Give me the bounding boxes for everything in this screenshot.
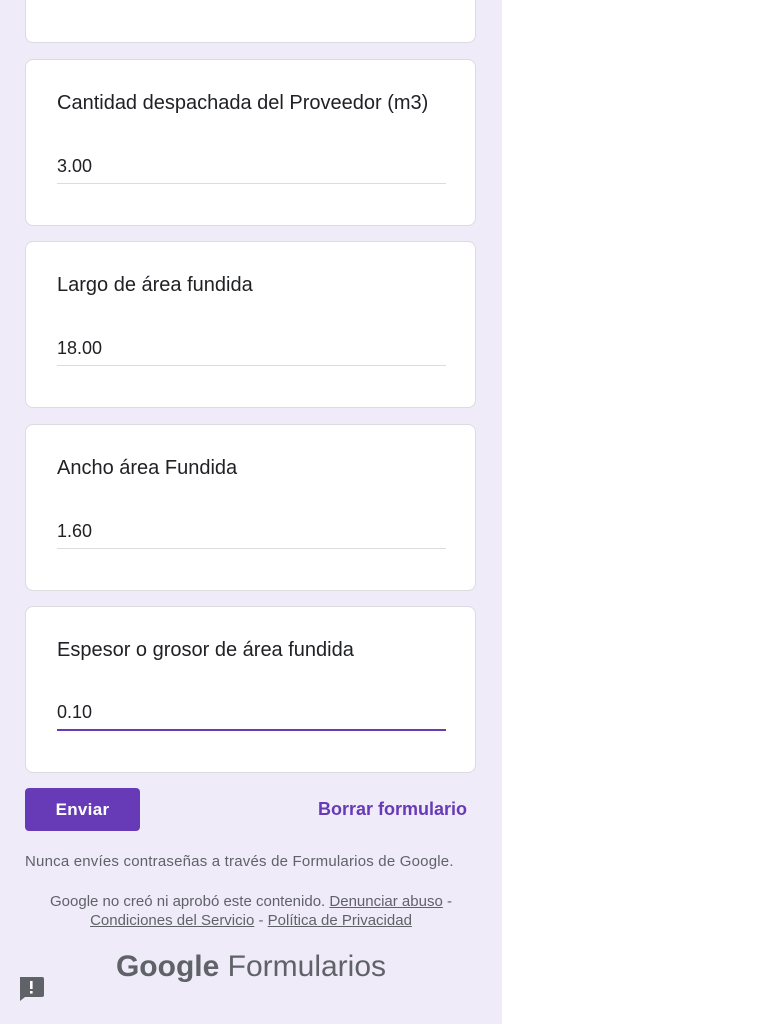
terms-link[interactable]: Condiciones del Servicio [90,912,254,929]
submit-button[interactable]: Enviar [25,788,140,831]
privacy-link[interactable]: Política de Privacidad [268,912,412,929]
question-card-largo: Largo de área fundida [25,241,476,408]
brand-product: Formularios [227,950,387,983]
previous-question-card [25,0,476,43]
largo-input[interactable] [57,330,446,366]
google-forms-logo[interactable]: Google Formularios [0,950,502,984]
question-card-ancho: Ancho área Fundida [25,424,476,591]
question-card-cantidad: Cantidad despachada del Proveedor (m3) [25,59,476,226]
ancho-input[interactable] [57,513,446,549]
password-warning: Nunca envíes contraseñas a través de For… [25,853,454,870]
cantidad-input[interactable] [57,148,446,184]
espesor-input[interactable] [57,695,446,731]
question-title: Espesor o grosor de área fundida [57,639,354,661]
form-panel: Cantidad despachada del Proveedor (m3) L… [0,0,502,1024]
report-problem-icon-svg [20,977,44,1001]
separator: - [446,893,452,910]
brand-google: Google [115,950,220,983]
question-card-espesor: Espesor o grosor de área fundida [25,606,476,773]
disclaimer-text: Google no creó ni aprobó este contenido. [50,893,326,910]
question-title: Cantidad despachada del Proveedor (m3) [57,92,429,114]
question-title: Ancho área Fundida [57,457,238,479]
report-problem-icon[interactable] [17,976,45,1002]
separator: - [258,912,264,929]
clear-form-link[interactable]: Borrar formulario [318,795,467,823]
report-abuse-link[interactable]: Denunciar abuso [329,893,442,910]
legal-footer: Google no creó ni aprobó este contenido.… [0,892,502,930]
question-title: Largo de área fundida [57,274,253,296]
